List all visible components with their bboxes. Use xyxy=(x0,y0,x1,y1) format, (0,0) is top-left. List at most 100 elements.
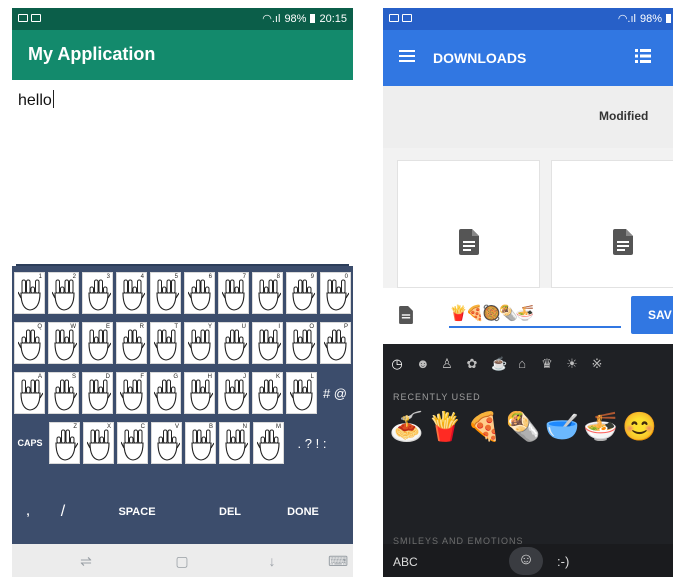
sign-key-n[interactable]: N xyxy=(219,422,250,464)
file-icon[interactable] xyxy=(399,306,413,324)
comma-key[interactable]: , xyxy=(12,490,44,534)
emoji-burrito[interactable]: 🌯 xyxy=(506,410,541,443)
hand-sign-icon xyxy=(157,429,180,461)
sign-key-o[interactable]: O xyxy=(286,322,317,364)
punctuation-key[interactable]: . ? ! : xyxy=(287,422,337,464)
sign-key-0[interactable]: 0 xyxy=(320,272,351,314)
sign-key-a[interactable]: A xyxy=(14,372,45,414)
document-icon xyxy=(459,229,479,255)
key-label: C xyxy=(140,424,145,430)
keyboard-switch-icon[interactable]: ⌨ xyxy=(328,553,348,569)
sign-key-w[interactable]: W xyxy=(48,322,79,364)
hand-sign-icon xyxy=(122,329,145,361)
document-icon xyxy=(613,229,633,255)
animal-icon[interactable]: ✿ xyxy=(466,356,478,372)
sign-key-f[interactable]: F xyxy=(116,372,147,414)
key-label: 8 xyxy=(276,274,280,280)
list-view-icon[interactable] xyxy=(635,49,651,63)
sign-key-j[interactable]: J xyxy=(218,372,249,414)
hand-sign-icon xyxy=(222,279,245,311)
home-icon[interactable]: ▢ xyxy=(174,553,190,569)
hand-sign-icon xyxy=(191,429,214,461)
recent-apps-icon[interactable]: ⇌ xyxy=(78,553,94,569)
emoji-category-tabs: ◷ ☻ ♙ ✿ ☕ ⌂ ♛ ☀ ※ xyxy=(391,356,673,372)
sign-key-l[interactable]: L xyxy=(286,372,317,414)
key-label: 6 xyxy=(208,274,212,280)
keyboard-row-numbers: 1 2 3 4 5 6 7 8 9 0 xyxy=(14,272,351,314)
done-key[interactable]: DONE xyxy=(268,490,338,534)
key-label: P xyxy=(343,324,348,330)
smiley-icon[interactable]: ☻ xyxy=(416,356,430,372)
text-area[interactable]: hello xyxy=(12,80,353,266)
app-bar: My Application xyxy=(12,30,353,80)
sign-key-5[interactable]: 5 xyxy=(150,272,181,314)
objects-bulb-icon[interactable]: ☀ xyxy=(566,356,578,372)
save-button[interactable]: SAV xyxy=(631,296,673,334)
key-label: 9 xyxy=(310,274,314,280)
sign-key-7[interactable]: 7 xyxy=(218,272,249,314)
key-label: X xyxy=(106,424,111,430)
person-icon[interactable]: ♙ xyxy=(441,356,453,372)
sign-key-6[interactable]: 6 xyxy=(184,272,215,314)
space-key[interactable]: SPACE xyxy=(82,490,192,534)
sign-key-r[interactable]: R xyxy=(116,322,147,364)
sign-key-e[interactable]: E xyxy=(82,322,113,364)
sign-key-4[interactable]: 4 xyxy=(116,272,147,314)
places-icon[interactable]: ⌂ xyxy=(516,356,528,372)
sign-key-p[interactable]: P xyxy=(320,322,351,364)
back-icon[interactable]: ↓ xyxy=(264,553,280,569)
sign-key-8[interactable]: 8 xyxy=(252,272,283,314)
sign-key-s[interactable]: S xyxy=(48,372,79,414)
caps-key[interactable]: CAPS xyxy=(14,422,46,464)
symbols-icon[interactable]: ※ xyxy=(591,356,603,372)
sign-key-2[interactable]: 2 xyxy=(48,272,79,314)
emoji-smile[interactable]: 😊 xyxy=(622,410,657,443)
file-card[interactable] xyxy=(551,160,673,288)
key-label: 5 xyxy=(174,274,178,280)
food-icon[interactable]: ☕ xyxy=(491,356,507,372)
emoji-bowl[interactable]: 🥣 xyxy=(545,410,580,443)
sign-key-z[interactable]: Z xyxy=(49,422,80,464)
key-label: L xyxy=(310,374,314,380)
sign-key-b[interactable]: B xyxy=(185,422,216,464)
sign-key-3[interactable]: 3 xyxy=(82,272,113,314)
hand-sign-icon xyxy=(54,379,77,411)
sign-key-v[interactable]: V xyxy=(151,422,182,464)
sort-modified[interactable]: Modified xyxy=(599,109,648,123)
sign-key-y[interactable]: Y xyxy=(184,322,215,364)
emoji-toggle-icon[interactable]: ☺ xyxy=(509,547,543,575)
emoji-noodles[interactable]: 🍜 xyxy=(583,410,618,443)
sign-key-1[interactable]: 1 xyxy=(14,272,45,314)
file-card[interactable] xyxy=(397,160,540,288)
activity-trophy-icon[interactable]: ♛ xyxy=(541,356,553,372)
emoticon-button[interactable]: :-) xyxy=(557,554,569,569)
key-label: T xyxy=(174,324,178,330)
emoji-input[interactable]: 🍟🍕🥘🌯🍜 xyxy=(449,304,621,328)
sign-key-d[interactable]: D xyxy=(82,372,113,414)
sign-key-x[interactable]: X xyxy=(83,422,114,464)
sort-bar: Modified xyxy=(383,86,673,148)
sign-key-k[interactable]: K xyxy=(252,372,283,414)
emoji-spaghetti[interactable]: 🍝 xyxy=(389,410,424,443)
sign-key-u[interactable]: U xyxy=(218,322,249,364)
sign-key-t[interactable]: T xyxy=(150,322,181,364)
emoji-pizza[interactable]: 🍕 xyxy=(467,410,502,443)
slash-key[interactable]: / xyxy=(47,490,79,534)
emoji-fries[interactable]: 🍟 xyxy=(428,410,463,443)
menu-icon[interactable] xyxy=(399,50,415,62)
recent-emoji-row: 🍝 🍟 🍕 🌯 🥣 🍜 😊 xyxy=(389,410,657,443)
sign-key-h[interactable]: H xyxy=(184,372,215,414)
hand-sign-icon xyxy=(154,379,177,411)
sign-key-i[interactable]: I xyxy=(252,322,283,364)
delete-key[interactable]: DEL xyxy=(195,490,265,534)
sign-key-m[interactable]: M xyxy=(253,422,284,464)
abc-button[interactable]: ABC xyxy=(393,555,418,569)
sign-key-c[interactable]: C xyxy=(117,422,148,464)
sign-key-g[interactable]: G xyxy=(150,372,181,414)
app-title: My Application xyxy=(28,44,156,64)
sign-key-9[interactable]: 9 xyxy=(286,272,317,314)
sign-key-q[interactable]: Q xyxy=(14,322,45,364)
recent-clock-icon[interactable]: ◷ xyxy=(391,356,403,372)
notification-icons xyxy=(389,13,415,25)
symbols-key[interactable]: # @ xyxy=(320,372,350,414)
